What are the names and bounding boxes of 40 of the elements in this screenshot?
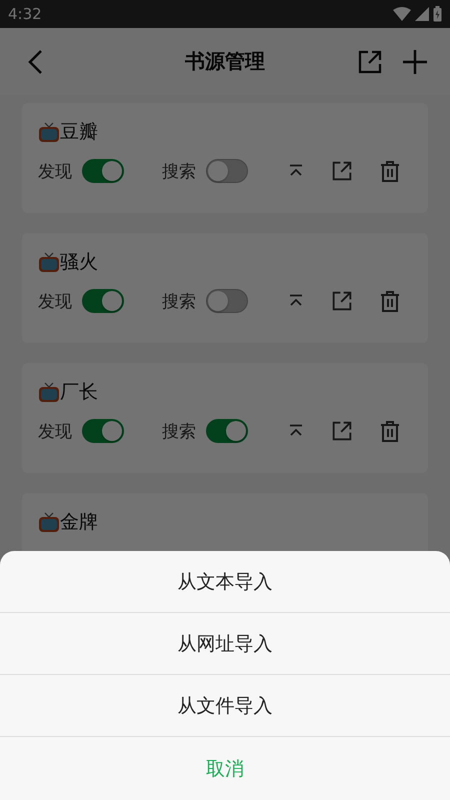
tv-icon <box>38 121 60 143</box>
delete-icon[interactable] <box>380 160 400 182</box>
toggle-switch[interactable] <box>82 419 124 443</box>
toggle-label: 发现 <box>38 160 72 182</box>
tv-icon <box>38 381 60 403</box>
move-to-top-icon[interactable] <box>288 164 304 178</box>
toggle-label: 搜索 <box>162 290 196 312</box>
chevron-left-icon <box>26 48 44 74</box>
delete-icon[interactable] <box>380 290 400 312</box>
source-name: 厂长 <box>60 380 98 405</box>
status-time: 4:32 <box>8 5 42 23</box>
source-name: 金牌 <box>60 510 98 535</box>
toggle-switch[interactable] <box>206 419 248 443</box>
source-name: 骚火 <box>60 250 98 275</box>
toggle-switch[interactable] <box>206 289 248 313</box>
toggle-label: 发现 <box>38 290 72 312</box>
toggle-label: 发现 <box>38 420 72 442</box>
share-icon[interactable] <box>332 291 352 311</box>
page-title: 书源管理 <box>184 48 266 75</box>
tv-icon <box>38 511 60 533</box>
wifi-icon <box>393 7 411 21</box>
battery-icon <box>433 6 442 22</box>
share-icon[interactable] <box>332 161 352 181</box>
move-to-top-icon[interactable] <box>288 424 304 438</box>
sheet-option[interactable]: 从网址导入 <box>0 613 450 675</box>
plus-icon <box>402 48 428 74</box>
toggle-switch[interactable] <box>82 289 124 313</box>
tv-icon <box>38 251 60 273</box>
share-icon <box>358 50 382 74</box>
toggle-switch[interactable] <box>206 159 248 183</box>
toggle-label: 搜索 <box>162 160 196 182</box>
sheet-option[interactable]: 从文本导入 <box>0 551 450 613</box>
toggle-switch[interactable] <box>82 159 124 183</box>
move-to-top-icon[interactable] <box>288 294 304 308</box>
sheet-option[interactable]: 从文件导入 <box>0 675 450 737</box>
toggle-label: 搜索 <box>162 420 196 442</box>
signal-icon <box>415 7 429 21</box>
share-icon[interactable] <box>332 421 352 441</box>
delete-icon[interactable] <box>380 420 400 442</box>
source-name: 豆瓣 <box>60 120 98 145</box>
